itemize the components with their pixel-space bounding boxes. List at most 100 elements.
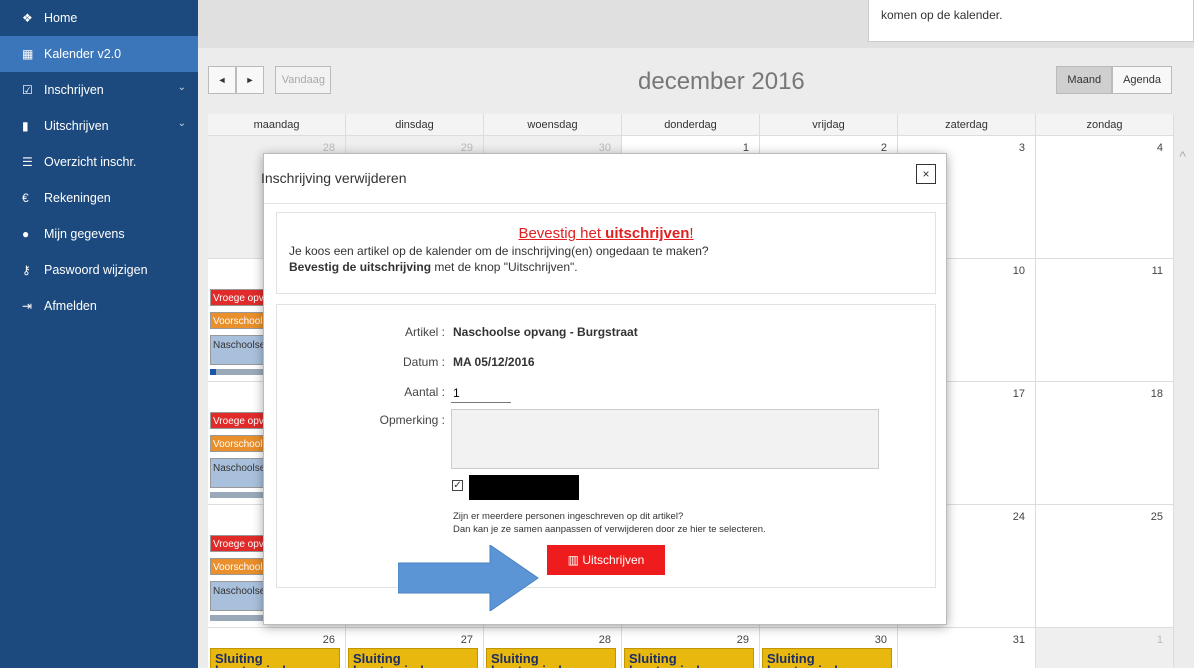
confirm-line-1: Je koos een artikel op de kalender om de… <box>289 244 709 258</box>
aantal-input[interactable] <box>451 383 511 403</box>
day-number: 31 <box>1012 634 1025 646</box>
day-number: 27 <box>460 634 473 646</box>
trash-icon: ▥ <box>567 553 579 567</box>
details-panel: Artikel : Naschoolse opvang - Burgstraat… <box>276 304 936 588</box>
calendar-title: december 2016 <box>638 68 805 95</box>
sidebar: ❖ Home ▦ Kalender v2.0 ☑ Inschrijven ⌄ ▮… <box>0 0 198 668</box>
event-progress-bar <box>210 615 270 621</box>
calendar-day-cell[interactable]: 29 Sluiting kerstperiode <box>622 628 760 668</box>
sidebar-item-uitschrijven[interactable]: ▮ Uitschrijven ⌄ <box>0 108 198 144</box>
calendar-day-cell[interactable]: 1 <box>1036 628 1174 668</box>
event-voorschoolse[interactable]: Voorschoolse <box>210 558 270 575</box>
event-progress-bar <box>210 369 270 375</box>
day-number: 3 <box>1018 142 1025 154</box>
event-sluiting[interactable]: Sluiting kerstperiode <box>624 648 754 668</box>
sidebar-item-home[interactable]: ❖ Home <box>0 0 198 36</box>
confirm-line-2-bold: Bevestig de uitschrijving <box>289 260 432 274</box>
confirm-panel: Bevestig het uitschrijven! Je koos een a… <box>276 212 936 294</box>
confirm-line-2-rest: met de knop "Uitschrijven". <box>431 260 578 274</box>
annotation-arrow-icon <box>398 545 539 611</box>
event-sluiting[interactable]: Sluiting kerstperiode <box>762 648 892 668</box>
event-naschoolse[interactable]: Naschoolse <box>210 458 270 488</box>
confirm-line-2: Bevestig de uitschrijving met de knop "U… <box>277 260 935 274</box>
sidebar-item-label: Afmelden <box>44 299 97 313</box>
prev-month-button[interactable]: ◄ <box>208 66 236 94</box>
calendar-week-row: 26 Sluiting kerstperiode 27 Sluiting ker… <box>208 628 1174 668</box>
calendar-day-cell[interactable]: 27 Sluiting kerstperiode <box>346 628 484 668</box>
view-month-button[interactable]: Maand <box>1056 66 1113 94</box>
day-number: 11 <box>1151 265 1163 277</box>
sidebar-item-label: Home <box>44 11 78 25</box>
event-sluiting[interactable]: Sluiting kerstperiode <box>348 648 478 668</box>
calendar-day-cell[interactable]: 30 Sluiting kerstperiode <box>760 628 898 668</box>
chevron-down-icon: ⌄ <box>177 82 186 93</box>
confirm-prefix: Bevestig het <box>518 225 606 242</box>
sidebar-item-label: Kalender v2.0 <box>44 47 122 61</box>
calendar-day-cell[interactable]: 31 <box>898 628 1036 668</box>
sidebar-item-label: Inschrijven <box>44 83 104 97</box>
uitschrijven-button[interactable]: ▥ Uitschrijven <box>547 545 665 575</box>
user-icon: ● <box>22 227 30 241</box>
next-month-button[interactable]: ► <box>236 66 264 94</box>
day-number: 28 <box>598 634 611 646</box>
sidebar-item-rekeningen[interactable]: € Rekeningen <box>0 180 198 216</box>
event-sluiting[interactable]: Sluiting kerstperiode <box>210 648 340 668</box>
checkbox-icon: ☑ <box>22 83 33 97</box>
close-icon[interactable]: × <box>916 164 936 184</box>
weekday-label: donderdag <box>622 114 760 135</box>
event-voorschoolse[interactable]: Voorschoolse <box>210 435 270 452</box>
calendar-day-cell[interactable]: 26 Sluiting kerstperiode <box>208 628 346 668</box>
calendar-day-cell[interactable]: 18 <box>1036 382 1174 504</box>
signout-icon: ⇥ <box>22 299 33 313</box>
trash-icon: ▮ <box>22 119 29 133</box>
calendar-icon: ▦ <box>22 47 34 61</box>
event-sluiting[interactable]: Sluiting kerstperiode <box>486 648 616 668</box>
sidebar-item-mijn-gegevens[interactable]: ● Mijn gegevens <box>0 216 198 252</box>
notice-box: komen op de kalender. <box>868 0 1194 42</box>
sidebar-item-label: Mijn gegevens <box>44 227 125 241</box>
select-person-checkbox[interactable]: ✓ <box>452 480 463 491</box>
unsubscribe-modal: Inschrijving verwijderen × Bevestig het … <box>261 153 947 625</box>
today-button[interactable]: Vandaag <box>275 66 332 94</box>
euro-icon: € <box>22 191 29 205</box>
hint-line-1: Zijn er meerdere personen ingeschreven o… <box>453 511 684 522</box>
sidebar-item-label: Overzicht inschr. <box>44 155 137 169</box>
calendar-day-cell[interactable]: 4 <box>1036 136 1174 258</box>
uitschrijven-label: Uitschrijven <box>582 553 645 567</box>
day-number: 4 <box>1156 142 1163 154</box>
event-vroege-opvang[interactable]: Vroege opvang <box>210 412 270 429</box>
sidebar-item-afmelden[interactable]: ⇥ Afmelden <box>0 288 198 324</box>
weekday-label: woensdag <box>484 114 622 135</box>
calendar-weekday-header: maandag dinsdag woensdag donderdag vrijd… <box>208 114 1174 136</box>
weekday-label: zaterdag <box>898 114 1036 135</box>
sidebar-item-label: Rekeningen <box>44 191 111 205</box>
event-vroege-opvang[interactable]: Vroege opvang <box>210 535 270 552</box>
day-number: 25 <box>1150 511 1163 523</box>
day-number: 26 <box>322 634 335 646</box>
scroll-up-icon[interactable]: ^ <box>1179 148 1186 164</box>
day-number: 18 <box>1150 388 1163 400</box>
sidebar-item-paswoord[interactable]: ⚷ Paswoord wijzigen <box>0 252 198 288</box>
event-progress-bar <box>210 492 270 498</box>
sidebar-item-kalender[interactable]: ▦ Kalender v2.0 <box>0 36 198 72</box>
view-switcher: Maand Agenda <box>1056 66 1172 94</box>
sidebar-item-overzicht[interactable]: ☰ Overzicht inschr. <box>0 144 198 180</box>
hint-line-2: Dan kan je ze samen aanpassen of verwijd… <box>453 524 766 535</box>
confirm-suffix: ! <box>689 225 694 242</box>
weekday-label: zondag <box>1036 114 1174 135</box>
sidebar-item-inschrijven[interactable]: ☑ Inschrijven ⌄ <box>0 72 198 108</box>
artikel-value: Naschoolse opvang - Burgstraat <box>453 325 638 339</box>
modal-title-text: Inschrijving verwijderen <box>261 170 407 186</box>
calendar-day-cell[interactable]: 25 <box>1036 505 1174 627</box>
event-naschoolse[interactable]: Naschoolse <box>210 581 270 611</box>
sidebar-item-label: Paswoord wijzigen <box>44 263 148 277</box>
event-vroege-opvang[interactable]: Vroege opvang <box>210 289 270 306</box>
event-voorschoolse[interactable]: Voorschoolse <box>210 312 270 329</box>
calendar-day-cell[interactable]: 28 Sluiting kerstperiode <box>484 628 622 668</box>
day-number: 29 <box>736 634 749 646</box>
opmerking-textarea[interactable] <box>451 409 879 469</box>
calendar-day-cell[interactable]: 11 <box>1036 259 1174 381</box>
view-agenda-button[interactable]: Agenda <box>1112 66 1172 94</box>
redacted-name <box>469 475 579 500</box>
event-naschoolse[interactable]: Naschoolse <box>210 335 270 365</box>
